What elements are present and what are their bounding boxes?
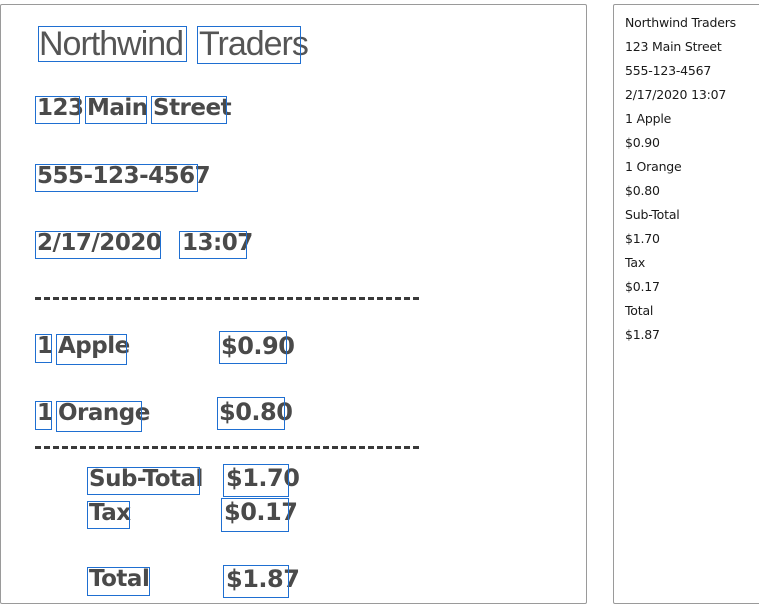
ocr-result-line: 123 Main Street — [625, 39, 722, 54]
subtotal-value: $1.70 — [226, 464, 300, 492]
item-name: Apple — [58, 333, 130, 359]
ocr-result-line: 1 Apple — [625, 111, 672, 126]
ocr-result-line: $0.90 — [625, 135, 660, 150]
ocr-result-line: 555-123-4567 — [625, 63, 712, 78]
total-value: $1.87 — [226, 565, 300, 593]
receipt-address-word: Main — [87, 95, 148, 121]
ocr-result-line: $0.17 — [625, 279, 660, 294]
ocr-result-line: $1.70 — [625, 231, 660, 246]
tax-value: $0.17 — [224, 498, 298, 526]
receipt-time: 13:07 — [182, 230, 253, 256]
ocr-result-line: Tax — [625, 255, 646, 270]
item-qty: 1 — [37, 333, 53, 359]
ocr-result-line: Sub-Total — [625, 207, 680, 222]
receipt-address-word: Street — [153, 95, 232, 121]
ocr-results-panel: Northwind Traders 123 Main Street 555-12… — [613, 4, 759, 604]
tax-label: Tax — [89, 500, 131, 526]
ocr-result-line: Northwind Traders — [625, 15, 736, 30]
subtotal-label: Sub-Total — [89, 466, 203, 492]
ocr-result-line: $0.80 — [625, 183, 660, 198]
total-label: Total — [89, 566, 150, 592]
ocr-result-line: 2/17/2020 13:07 — [625, 87, 727, 102]
receipt-divider — [35, 297, 419, 300]
receipt-image-panel: Northwind Traders 123 Main Street 555-12… — [0, 4, 587, 604]
item-price: $0.80 — [219, 398, 293, 426]
receipt-divider — [35, 446, 419, 449]
receipt-phone: 555-123-4567 — [37, 163, 211, 189]
item-price: $0.90 — [221, 332, 295, 360]
ocr-result-line: 1 Orange — [625, 159, 682, 174]
item-name: Orange — [58, 400, 150, 426]
ocr-result-line: Total — [625, 303, 654, 318]
ocr-result-line: $1.87 — [625, 327, 660, 342]
receipt-title-word: Northwind — [39, 25, 184, 63]
item-qty: 1 — [37, 400, 53, 426]
receipt-address-word: 123 — [37, 95, 84, 121]
receipt-title-word: Traders — [199, 25, 309, 63]
receipt-date: 2/17/2020 — [37, 230, 162, 256]
